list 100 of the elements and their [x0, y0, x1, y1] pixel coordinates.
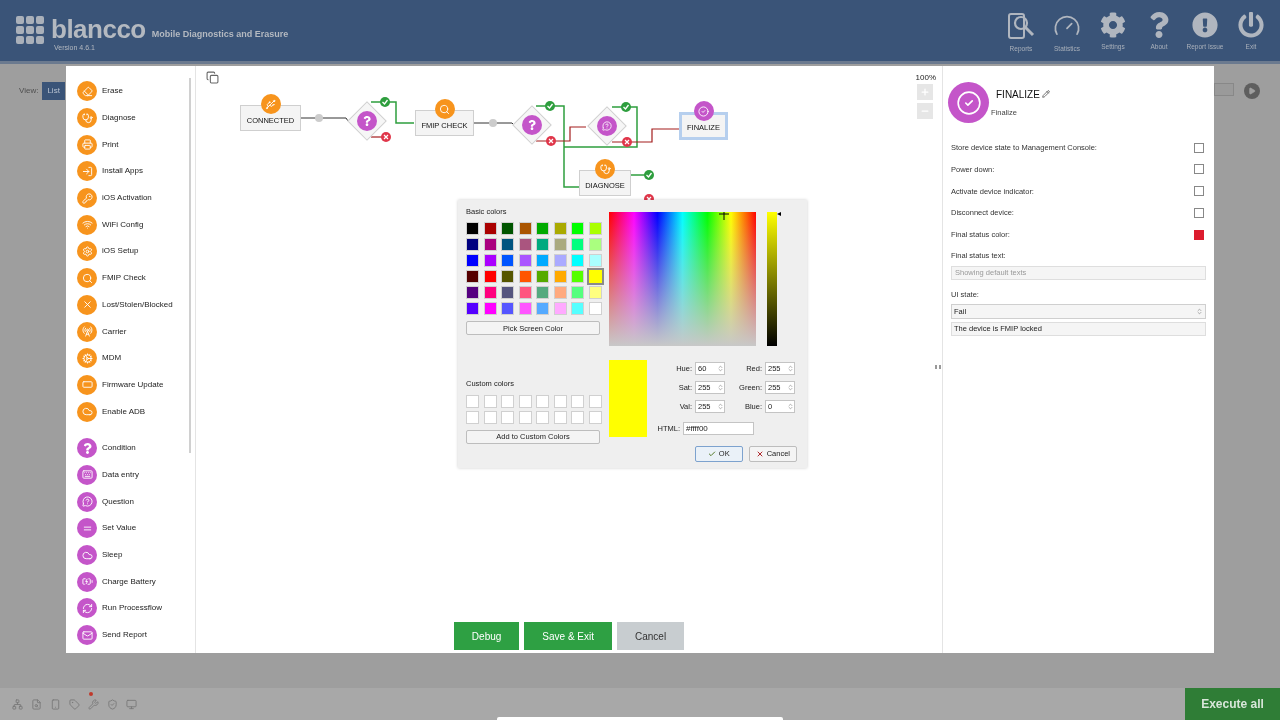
color-swatch[interactable]: [588, 222, 602, 236]
color-swatch[interactable]: [553, 302, 567, 316]
palette-item[interactable]: Data entry: [66, 461, 195, 489]
color-swatch[interactable]: [553, 222, 567, 236]
color-swatch[interactable]: [466, 286, 479, 300]
action-button[interactable]: Cancel: [617, 622, 685, 650]
custom-swatch[interactable]: [483, 394, 497, 408]
color-swatch[interactable]: [536, 286, 549, 300]
palette-item[interactable]: Enable ADB: [66, 398, 195, 425]
color-swatch[interactable]: [571, 270, 584, 284]
zoom-out-button[interactable]: [917, 103, 933, 119]
color-swatch[interactable]: [571, 254, 584, 268]
color-swatch[interactable]: [588, 238, 602, 252]
color-swatch[interactable]: [571, 222, 584, 236]
color-spectrum[interactable]: [609, 212, 756, 346]
color-swatch[interactable]: [553, 286, 567, 300]
edit-icon[interactable]: [1041, 90, 1050, 99]
custom-swatch[interactable]: [518, 410, 532, 424]
color-swatch[interactable]: [571, 286, 584, 300]
checkbox[interactable]: [1194, 164, 1204, 175]
color-swatch[interactable]: [483, 222, 497, 236]
custom-swatch[interactable]: [536, 410, 549, 424]
color-swatch[interactable]: [1194, 229, 1204, 240]
select-field[interactable]: [1214, 83, 1234, 96]
checkbox[interactable]: [1194, 142, 1204, 153]
color-swatch[interactable]: [588, 286, 602, 300]
color-swatch[interactable]: [518, 238, 532, 252]
checkbox[interactable]: [1194, 207, 1204, 218]
color-swatch[interactable]: [501, 222, 514, 236]
custom-swatch[interactable]: [588, 394, 602, 408]
wrench-icon[interactable]: [88, 698, 99, 710]
palette-item[interactable]: Condition: [66, 434, 195, 462]
palette-item[interactable]: Charge Battery: [66, 568, 195, 596]
color-swatch[interactable]: [588, 254, 602, 268]
color-swatch[interactable]: [501, 254, 514, 268]
play-button[interactable]: [1244, 83, 1260, 99]
phone-icon[interactable]: [50, 698, 61, 710]
color-swatch[interactable]: [536, 222, 549, 236]
color-swatch[interactable]: [466, 222, 479, 236]
color-swatch[interactable]: [483, 286, 497, 300]
custom-swatch[interactable]: [588, 410, 602, 424]
monitor-icon[interactable]: [126, 698, 137, 710]
custom-swatch[interactable]: [571, 394, 584, 408]
color-swatch[interactable]: [588, 270, 602, 284]
color-swatch[interactable]: [553, 254, 567, 268]
color-swatch[interactable]: [466, 238, 479, 252]
color-swatch[interactable]: [536, 270, 549, 284]
palette-item[interactable]: Sleep: [66, 541, 195, 569]
custom-swatch[interactable]: [553, 410, 567, 424]
color-swatch[interactable]: [518, 302, 532, 316]
palette-item[interactable]: iOS Setup: [66, 238, 195, 265]
custom-swatch[interactable]: [501, 394, 514, 408]
checkbox[interactable]: [1194, 186, 1204, 197]
palette-item[interactable]: Carrier: [66, 318, 195, 345]
palette-item[interactable]: Erase: [66, 78, 195, 105]
tag-icon[interactable]: [69, 698, 80, 710]
palette-item[interactable]: Send Report: [66, 621, 195, 649]
custom-swatch[interactable]: [483, 410, 497, 424]
color-swatch[interactable]: [483, 302, 497, 316]
palette-item[interactable]: MDM: [66, 344, 195, 372]
color-swatch[interactable]: [518, 222, 532, 236]
color-swatch[interactable]: [588, 302, 602, 316]
color-swatch[interactable]: [466, 302, 479, 316]
palette-item[interactable]: Install Apps: [66, 158, 195, 185]
zoom-in-button[interactable]: [917, 84, 933, 100]
color-swatch[interactable]: [501, 286, 514, 300]
color-swatch[interactable]: [536, 302, 549, 316]
palette-item[interactable]: Lost/Stolen/Blocked: [66, 291, 195, 319]
palette-item[interactable]: Question: [66, 488, 195, 515]
color-swatch[interactable]: [501, 238, 514, 252]
palette-item[interactable]: WiFi Config: [66, 211, 195, 239]
fit-view-icon[interactable]: [206, 71, 219, 84]
network-icon[interactable]: [12, 698, 23, 710]
execute-all-button[interactable]: Execute all: [1185, 688, 1280, 720]
color-swatch[interactable]: [571, 238, 584, 252]
palette-item[interactable]: Run Processflow: [66, 595, 195, 622]
html-field[interactable]: #ffff00: [683, 422, 754, 435]
palette-item[interactable]: Print: [66, 131, 195, 159]
color-swatch[interactable]: [518, 286, 532, 300]
color-swatch[interactable]: [501, 302, 514, 316]
color-swatch[interactable]: [483, 270, 497, 284]
color-swatch[interactable]: [553, 238, 567, 252]
color-swatch[interactable]: [536, 254, 549, 268]
custom-swatch[interactable]: [536, 394, 549, 408]
palette-item[interactable]: Diagnose: [66, 104, 195, 132]
color-swatch[interactable]: [518, 270, 532, 284]
color-swatch[interactable]: [536, 238, 549, 252]
color-swatch[interactable]: [501, 270, 514, 284]
palette-item[interactable]: iOS Activation: [66, 184, 195, 212]
color-swatch[interactable]: [483, 238, 497, 252]
shield-icon[interactable]: [107, 698, 118, 710]
resize-handle-icon[interactable]: [935, 365, 941, 369]
color-swatch[interactable]: [518, 254, 532, 268]
custom-swatch[interactable]: [553, 394, 567, 408]
palette-item[interactable]: Set Value: [66, 515, 195, 542]
color-swatch[interactable]: [466, 270, 479, 284]
color-swatch[interactable]: [553, 270, 567, 284]
color-swatch[interactable]: [466, 254, 479, 268]
file-search-icon[interactable]: [31, 698, 42, 710]
custom-swatch[interactable]: [571, 410, 584, 424]
